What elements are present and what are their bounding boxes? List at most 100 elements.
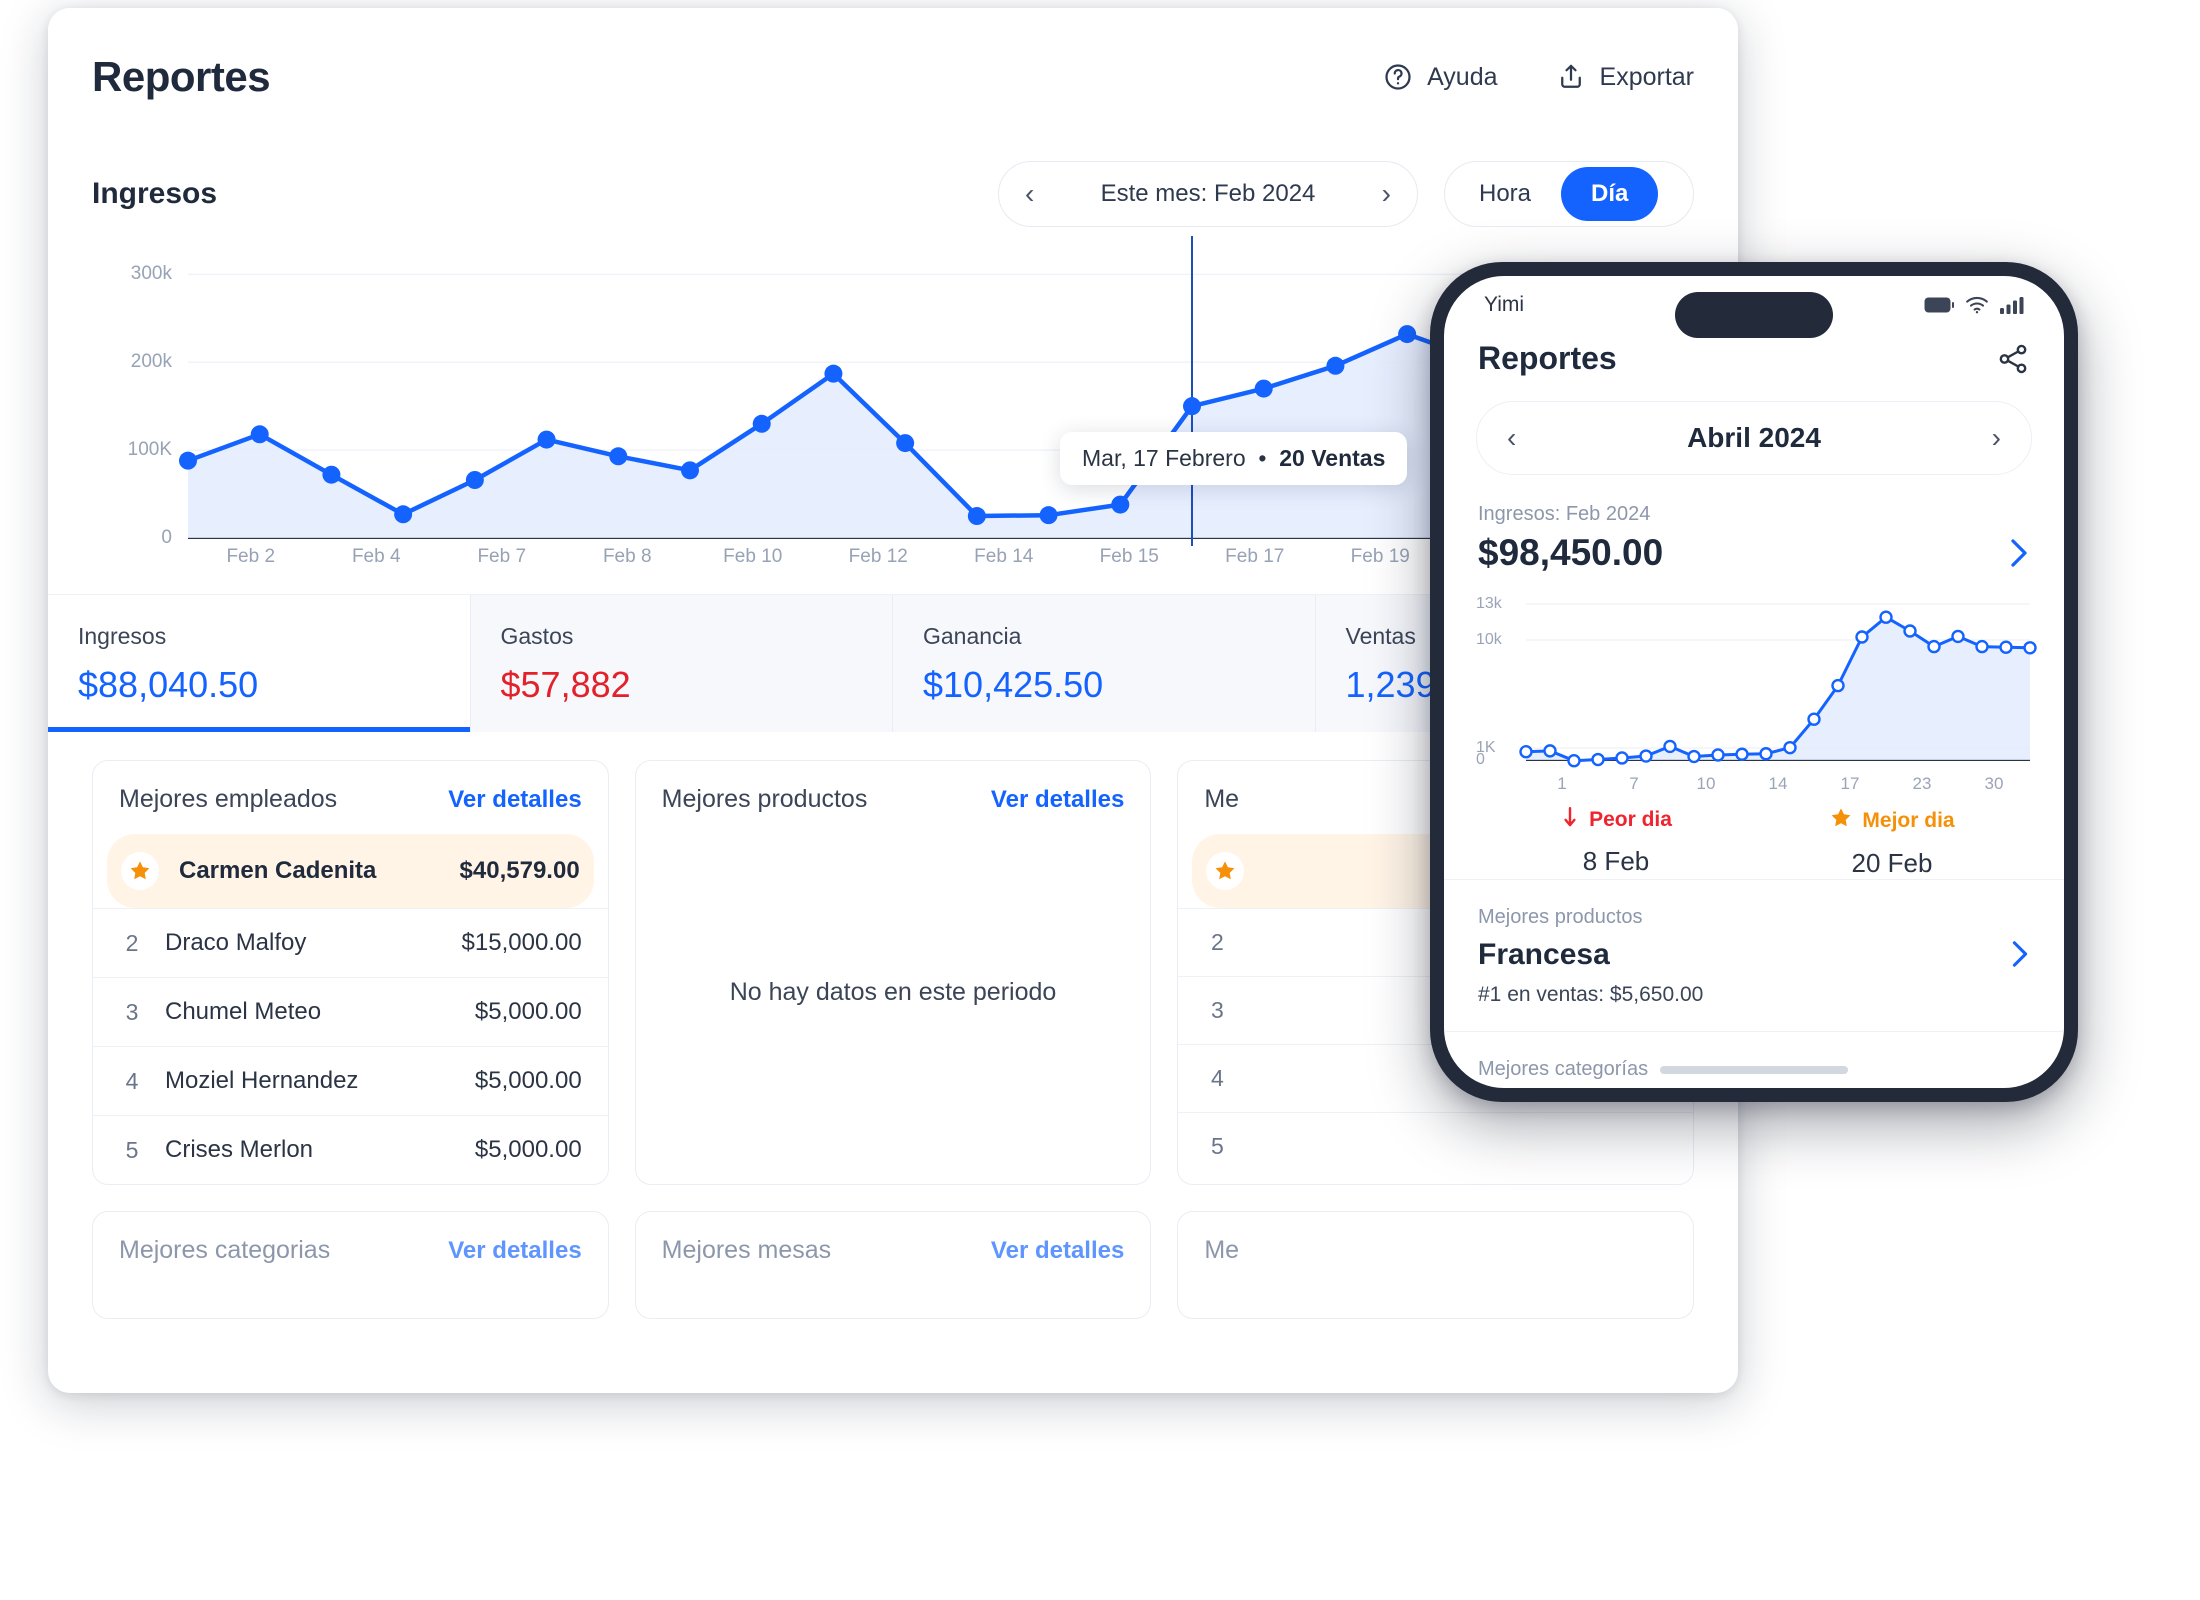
phone-screen: Yimi Report [1444, 276, 2064, 1088]
phone-chart-plot[interactable] [1526, 598, 2030, 760]
chevron-right-icon[interactable]: › [1382, 180, 1391, 208]
table-row[interactable]: 5Crises Merlon$5,000.00 [93, 1115, 608, 1184]
employee-list: Carmen Cadenita$40,579.002Draco Malfoy$1… [93, 834, 608, 1184]
card-title: Mejores productos [662, 785, 868, 814]
day-stat-header: Mejor dia [1754, 806, 2030, 836]
list-item[interactable]: Mejores categoríasPizzas#1 en ventas: $1… [1444, 1031, 2064, 1088]
day-stat-header: Peor dia [1478, 806, 1754, 834]
home-indicator [1660, 1066, 1848, 1074]
star-icon [121, 852, 159, 890]
card-third-partial-bottom: Me [1177, 1211, 1694, 1319]
export-button[interactable]: Exportar [1556, 62, 1694, 92]
period-selector[interactable]: ‹ Este mes: Feb 2024 › [998, 161, 1418, 227]
phone-revenue-row: $98,450.00 [1478, 532, 2030, 574]
table-row[interactable]: 5 [1178, 1112, 1693, 1180]
list-item-label: Mejores productos [1478, 906, 1703, 929]
card-title: Mejores categorias [119, 1236, 330, 1265]
rank-number: 4 [119, 1068, 145, 1095]
star-icon [1829, 806, 1853, 836]
phone-month-selector[interactable]: ‹ Abril 2024 › [1476, 401, 2032, 475]
x-tick-label: 7 [1629, 774, 1638, 794]
kpi-label: Ingresos [78, 623, 470, 650]
wifi-icon [1965, 296, 1989, 314]
list-item-content: Mejores productos Francesa #1 en ventas: $… [1478, 906, 1703, 1007]
card-header: Mejores empleados Ver detalles [93, 761, 608, 834]
phone-revenue-block[interactable]: Ingresos: Feb 2024 $98,450.00 [1444, 475, 2064, 574]
dynamic-island [1675, 292, 1833, 338]
card-mejores-mesas: Mejores mesas Ver detalles [635, 1211, 1152, 1319]
x-tick-label: Feb 14 [974, 546, 1033, 568]
desktop-chart-y-axis: 0100K200k300k [92, 248, 186, 538]
table-row[interactable]: 4Moziel Hernandez$5,000.00 [93, 1046, 608, 1115]
chevron-right-icon[interactable] [2008, 538, 2030, 568]
share-icon[interactable] [1996, 342, 2030, 376]
rank-number: 5 [119, 1137, 145, 1164]
kpi-tab-gastos[interactable]: Gastos $57,882 [471, 595, 894, 732]
phone-header: Reportes [1444, 334, 2064, 377]
table-row[interactable]: 3Chumel Meteo$5,000.00 [93, 977, 608, 1046]
x-tick-label: Feb 19 [1351, 546, 1410, 568]
empty-state-message: No hay datos en este periodo [636, 834, 1151, 1150]
period-label: Este mes: Feb 2024 [1101, 180, 1316, 208]
card-title: Mejores mesas [662, 1236, 832, 1265]
x-tick-label: 10 [1697, 774, 1716, 794]
chevron-right-icon[interactable] [2010, 940, 2030, 973]
granularity-option-dia[interactable]: Día [1561, 167, 1658, 221]
card-mejores-empleados: Mejores empleados Ver detalles Carmen Ca… [92, 760, 609, 1185]
y-tick-label: 300k [131, 263, 172, 285]
y-tick-label: 10k [1476, 631, 1502, 649]
export-label: Exportar [1600, 63, 1694, 92]
kpi-label: Ganancia [923, 623, 1315, 650]
desktop-header: Reportes Ayuda [48, 8, 1738, 146]
ver-detalles-link-empleados[interactable]: Ver detalles [448, 786, 581, 814]
ver-detalles-link-categorias[interactable]: Ver detalles [448, 1237, 581, 1265]
x-tick-label: Feb 4 [352, 546, 401, 568]
y-tick-label: 0 [161, 527, 172, 549]
kpi-label: Gastos [501, 623, 893, 650]
employee-name: Draco Malfoy [165, 929, 442, 957]
phone-month-label: Abril 2024 [1687, 422, 1821, 454]
x-tick-label: Feb 15 [1100, 546, 1159, 568]
chevron-left-icon[interactable]: ‹ [1507, 424, 1516, 452]
rank-number: 2 [1204, 929, 1230, 956]
y-tick-label: 100K [128, 439, 172, 461]
help-button[interactable]: Ayuda [1383, 62, 1497, 92]
kpi-tab-ganancia[interactable]: Ganancia$10,425.50 [893, 595, 1316, 732]
ver-detalles-link-productos[interactable]: Ver detalles [991, 786, 1124, 814]
chart-toolbar: Ingresos ‹ Este mes: Feb 2024 › Hora Día [48, 146, 1738, 242]
kpi-value: $57,882 [501, 664, 893, 706]
day-stat-label: Peor dia [1589, 808, 1672, 832]
table-row[interactable]: Carmen Cadenita $40,579.00 [107, 834, 594, 908]
x-tick-label: Feb 17 [1225, 546, 1284, 568]
employee-name: Moziel Hernandez [165, 1067, 455, 1095]
chevron-right-icon[interactable]: › [1992, 424, 2001, 452]
phone-revenue-label: Ingresos: Feb 2024 [1478, 503, 2030, 526]
card-mejores-productos: Mejores productos Ver detalles No hay da… [635, 760, 1152, 1185]
rank-number: 2 [119, 930, 145, 957]
rank-number: 3 [1204, 997, 1230, 1024]
employee-amount: $40,579.00 [460, 857, 580, 885]
card-mejores-categorias: Mejores categorias Ver detalles [92, 1211, 609, 1319]
list-item[interactable]: Mejores productos Francesa #1 en ventas: $… [1444, 879, 2064, 1031]
y-tick-label: 13k [1476, 595, 1502, 613]
help-circle-icon [1383, 62, 1413, 92]
list-item-sub: #1 en ventas: $5,650.00 [1478, 983, 1703, 1007]
rank-number: 3 [119, 999, 145, 1026]
list-item-name: Francesa [1478, 938, 1703, 972]
employee-name: Carmen Cadenita [179, 857, 440, 885]
carrier-label: Yimi [1484, 293, 1524, 317]
card-header: Mejores mesas Ver detalles [636, 1212, 1151, 1285]
ver-detalles-link-mesas[interactable]: Ver detalles [991, 1237, 1124, 1265]
header-actions: Ayuda Exportar [1383, 62, 1694, 92]
chevron-left-icon[interactable]: ‹ [1025, 180, 1034, 208]
x-tick-label: 14 [1769, 774, 1788, 794]
help-label: Ayuda [1427, 63, 1497, 92]
day-stat-value: 8 Feb [1478, 846, 1754, 877]
kpi-value: $88,040.50 [78, 664, 470, 706]
granularity-option-hora[interactable]: Hora [1449, 167, 1561, 221]
kpi-tab-ingresos[interactable]: Ingresos $88,040.50 [48, 595, 471, 732]
day-stat-label: Mejor dia [1862, 809, 1954, 833]
battery-icon [1924, 297, 1954, 313]
table-row[interactable]: 2Draco Malfoy$15,000.00 [93, 908, 608, 977]
x-tick-label: Feb 10 [723, 546, 782, 568]
